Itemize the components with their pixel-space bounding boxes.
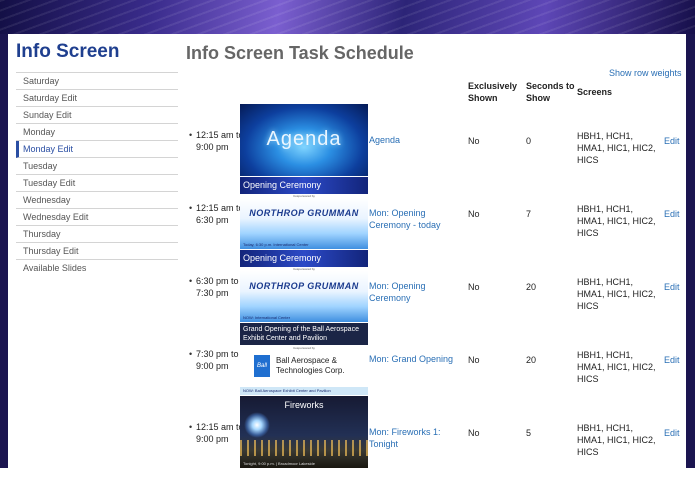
edit-link[interactable]: Edit xyxy=(664,428,680,438)
screens-value: HBH1, HCH1, HMA1, HIC1, HIC2, HICS xyxy=(577,277,656,311)
thumbnail-cosponsor-text: Cosponsored by xyxy=(293,346,315,350)
edit-link[interactable]: Edit xyxy=(664,209,680,219)
slide-thumbnail-grand-opening[interactable]: Grand Opening of the Ball Aerospace Exhi… xyxy=(240,323,368,395)
sidebar-item-monday[interactable]: Monday xyxy=(16,124,178,141)
thumbnail-title: Fireworks xyxy=(284,400,324,410)
thumbnail-title: Agenda xyxy=(266,128,342,150)
seconds-to-show-value: 20 xyxy=(526,355,537,365)
sidebar-item-tuesday[interactable]: Tuesday xyxy=(16,158,178,175)
edit-link[interactable]: Edit xyxy=(664,355,680,365)
slide-link[interactable]: Mon: Fireworks 1: Tonight xyxy=(369,426,467,450)
row-bullet: • xyxy=(189,422,193,432)
slide-thumbnail-opening-ceremony-today[interactable]: Opening Ceremony Cosponsored by NORTHROP… xyxy=(240,177,368,249)
exclusively-shown-value: No xyxy=(468,282,480,292)
thumbnail-body: NORTHROP GRUMMAN Today, 6:30 p.m. Intern… xyxy=(240,198,368,249)
sidebar-item-tuesday-edit[interactable]: Tuesday Edit xyxy=(16,175,178,192)
sidebar-item-monday-edit[interactable]: Monday Edit xyxy=(16,141,178,158)
sidebar-item-saturday-edit[interactable]: Saturday Edit xyxy=(16,90,178,107)
seconds-to-show-value: 0 xyxy=(526,136,532,146)
column-header-exclusively-shown: Exclusively Shown xyxy=(468,81,518,103)
thumbnail-footer: NOW: Ball Aerospace Exhibit Center and P… xyxy=(240,387,368,395)
exclusively-shown-value: No xyxy=(468,428,480,438)
slide-link[interactable]: Mon: Opening Ceremony xyxy=(369,280,467,304)
thumbnail-footer: Today, 6:30 p.m. International Center xyxy=(243,242,309,247)
slide-link[interactable]: Agenda xyxy=(369,134,467,146)
seconds-to-show-value: 20 xyxy=(526,282,537,292)
firework-burst-icon xyxy=(244,412,270,438)
screens-value: HBH1, HCH1, HMA1, HIC1, HIC2, HICS xyxy=(577,131,656,165)
header-banner xyxy=(0,0,695,34)
exclusively-shown-value: No xyxy=(468,209,480,219)
slide-link[interactable]: Mon: Opening Ceremony - today xyxy=(369,207,467,231)
sidebar-item-wednesday[interactable]: Wednesday xyxy=(16,192,178,209)
slide-thumbnail-agenda[interactable]: Agenda xyxy=(240,104,368,176)
sidebar-item-thursday-edit[interactable]: Thursday Edit xyxy=(16,243,178,260)
app-title: Info Screen xyxy=(16,41,120,62)
row-time-range: 12:15 am to 9:00 pm xyxy=(196,422,244,444)
edit-link[interactable]: Edit xyxy=(664,136,680,146)
table-row: • 7:30 pm to 9:00 pm Grand Opening of th… xyxy=(186,322,686,395)
sidebar-item-saturday[interactable]: Saturday xyxy=(16,73,178,90)
exclusively-shown-value: No xyxy=(468,136,480,146)
city-lights-decoration xyxy=(240,440,368,456)
thumbnail-title: Opening Ceremony xyxy=(240,250,368,267)
row-time-range: 12:15 am to 9:00 pm xyxy=(196,130,244,152)
thumbnail-body: Cosponsored by Ball Ball Aerospace & Tec… xyxy=(240,345,368,395)
show-row-weights-link[interactable]: Show row weights xyxy=(609,68,682,78)
table-row: • 12:15 am to 9:00 pm Fireworks Tonight,… xyxy=(186,395,686,468)
thumbnail-title: Opening Ceremony xyxy=(240,177,368,194)
northrop-grumman-logo: NORTHROP GRUMMAN xyxy=(249,281,359,291)
row-time-range: 12:15 am to 6:30 pm xyxy=(196,203,244,225)
table-row: • 12:15 am to 9:00 pm Agenda Agenda No 0… xyxy=(186,103,686,176)
screens-value: HBH1, HCH1, HMA1, HIC1, HIC2, HICS xyxy=(577,350,656,384)
sidebar-item-available-slides[interactable]: Available Slides xyxy=(16,260,178,276)
exclusively-shown-value: No xyxy=(468,355,480,365)
column-header-screens: Screens xyxy=(577,87,613,97)
page-container: Info Screen Saturday Saturday Edit Sunda… xyxy=(8,34,686,468)
thumbnail-footer: NOW: International Center xyxy=(243,315,291,320)
row-bullet: • xyxy=(189,349,193,359)
sidebar-item-sunday-edit[interactable]: Sunday Edit xyxy=(16,107,178,124)
row-time-range: 6:30 pm to 7:30 pm xyxy=(196,276,239,298)
seconds-to-show-value: 7 xyxy=(526,209,532,219)
table-row: • 12:15 am to 6:30 pm Opening Ceremony C… xyxy=(186,176,686,249)
table-row: • 6:30 pm to 7:30 pm Opening Ceremony Co… xyxy=(186,249,686,322)
bottom-strip xyxy=(0,468,695,494)
row-bullet: • xyxy=(189,130,193,140)
page-title: Info Screen Task Schedule xyxy=(186,43,414,63)
row-bullet: • xyxy=(189,203,193,213)
sidebar: Info Screen Saturday Saturday Edit Sunda… xyxy=(16,40,178,276)
ball-logo-icon: Ball xyxy=(254,355,270,377)
northrop-grumman-logo: NORTHROP GRUMMAN xyxy=(249,208,359,218)
thumbnail-title: Grand Opening of the Ball Aerospace Exhi… xyxy=(240,323,368,345)
column-header-seconds-to-show: Seconds to Show xyxy=(526,81,575,103)
screens-value: HBH1, HCH1, HMA1, HIC1, HIC2, HICS xyxy=(577,204,656,238)
screens-value: HBH1, HCH1, HMA1, HIC1, HIC2, HICS xyxy=(577,423,656,457)
edit-link[interactable]: Edit xyxy=(664,282,680,292)
seconds-to-show-value: 5 xyxy=(526,428,532,438)
row-time-range: 7:30 pm to 9:00 pm xyxy=(196,349,239,371)
row-bullet: • xyxy=(189,276,193,286)
slide-thumbnail-opening-ceremony[interactable]: Opening Ceremony Cosponsored by NORTHROP… xyxy=(240,250,368,322)
slide-link[interactable]: Mon: Grand Opening xyxy=(369,353,467,365)
sidebar-item-thursday[interactable]: Thursday xyxy=(16,226,178,243)
sidebar-nav: Saturday Saturday Edit Sunday Edit Monda… xyxy=(16,72,178,276)
ball-aerospace-logo-text: Ball Aerospace & Technologies Corp. xyxy=(276,356,345,375)
thumbnail-footer: Tonight, 9:00 p.m. | Broadmoor Lakeside xyxy=(243,461,315,466)
thumbnail-body: NORTHROP GRUMMAN NOW: International Cent… xyxy=(240,271,368,322)
slide-thumbnail-fireworks[interactable]: Fireworks Tonight, 9:00 p.m. | Broadmoor… xyxy=(240,396,368,468)
sidebar-item-wednesday-edit[interactable]: Wednesday Edit xyxy=(16,209,178,226)
